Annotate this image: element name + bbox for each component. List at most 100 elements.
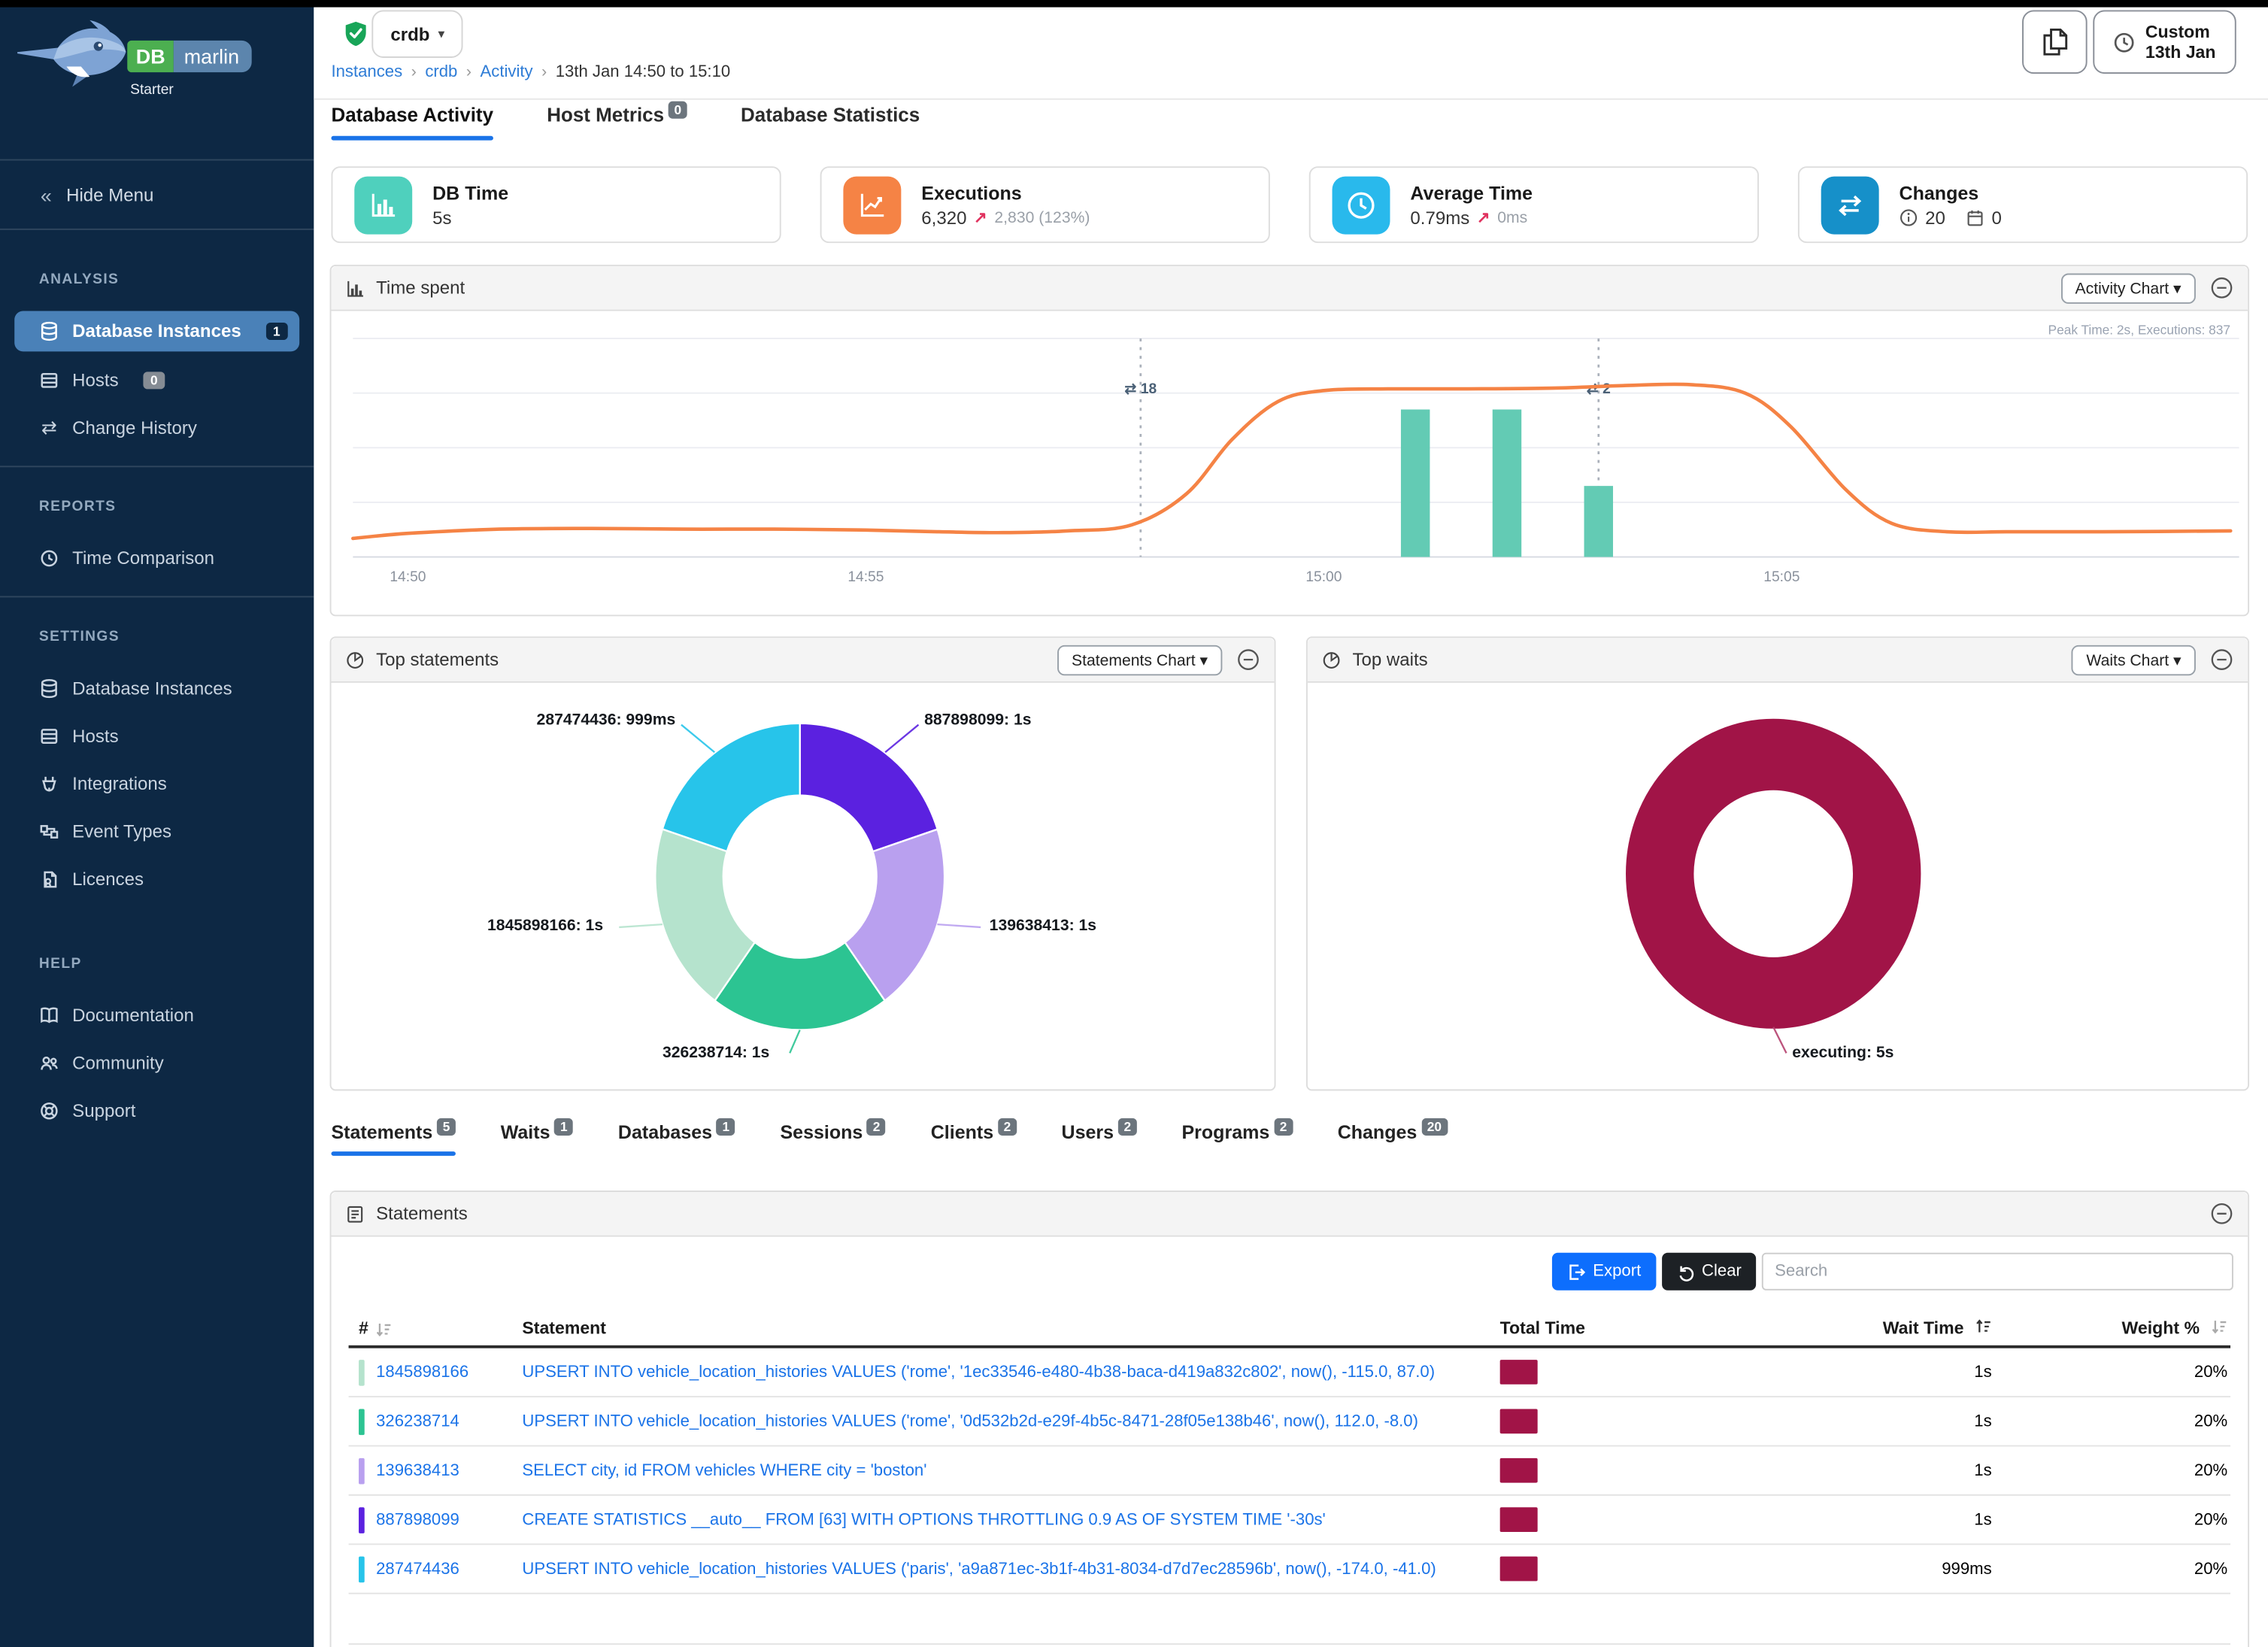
activity-chart-select[interactable]: Activity Chart ▾ xyxy=(2060,273,2196,303)
waits-chart-select[interactable]: Waits Chart ▾ xyxy=(2072,645,2196,675)
calendar-icon xyxy=(1966,208,1984,227)
statement-id-link[interactable]: 287474436 xyxy=(376,1560,459,1577)
tab-database-statistics[interactable]: Database Statistics xyxy=(741,104,920,140)
clear-button[interactable]: Clear xyxy=(1661,1253,1756,1291)
time-range-button[interactable]: Custom 13th Jan xyxy=(2093,10,2236,74)
sidebar-item-integrations[interactable]: Integrations xyxy=(0,764,314,803)
instance-selector[interactable]: crdb ▾ xyxy=(371,10,462,57)
brand-db: DB xyxy=(127,41,174,72)
sidebar-item-label: Database Instances xyxy=(72,321,241,341)
statement-id-link[interactable]: 326238714 xyxy=(376,1412,459,1430)
sidebar-item-documentation[interactable]: Documentation xyxy=(0,995,314,1034)
statement-color-bar xyxy=(359,1506,365,1533)
sidebar-item-label: Change History xyxy=(72,417,197,438)
statement-id-link[interactable]: 887898099 xyxy=(376,1511,459,1528)
sidebar-item-support[interactable]: Support xyxy=(0,1090,314,1130)
kpi-title: Executions xyxy=(921,181,1090,203)
event-types-icon xyxy=(39,821,59,842)
table-row: 326238714 UPSERT INTO vehicle_location_h… xyxy=(349,1397,2230,1446)
breadcrumb-current-range: 13th Jan 14:50 to 15:10 xyxy=(556,64,730,81)
tab-databases[interactable]: Databases1 xyxy=(618,1121,735,1156)
chart-icon xyxy=(346,278,365,297)
instance-name: crdb xyxy=(390,24,429,44)
collapse-panel-icon[interactable] xyxy=(2210,276,2233,299)
divider xyxy=(0,466,314,467)
count-badge: 0 xyxy=(143,371,165,388)
line-chart-icon xyxy=(843,176,901,234)
collapse-panel-icon[interactable] xyxy=(2210,1202,2233,1225)
statement-color-bar xyxy=(359,1409,365,1435)
tab-sessions[interactable]: Sessions2 xyxy=(780,1121,886,1156)
sidebar-item-change-history[interactable]: ⇄ Change History xyxy=(0,408,314,447)
column-header-total-time[interactable]: Total Time xyxy=(1500,1318,1710,1338)
breadcrumb-separator: › xyxy=(541,64,547,81)
statement-link[interactable]: UPSERT INTO vehicle_location_histories V… xyxy=(522,1412,1418,1430)
hide-menu-button[interactable]: « Hide Menu xyxy=(0,175,314,214)
sidebar-item-database-instances[interactable]: Database Instances 1 xyxy=(14,311,299,352)
column-header-num[interactable]: # xyxy=(349,1318,523,1338)
sidebar-item-time-comparison[interactable]: Time Comparison xyxy=(0,538,314,578)
collapse-panel-icon[interactable] xyxy=(1237,648,1260,672)
detail-tabs: Statements5 Waits1 Databases1 Sessions2 … xyxy=(331,1121,1447,1156)
app-viewport: DBmarlin Starter « Hide Menu ANALYSIS Da… xyxy=(0,0,2268,1647)
statement-link[interactable]: CREATE STATISTICS __auto__ FROM [63] WIT… xyxy=(522,1511,1325,1528)
pie-chart-icon xyxy=(1322,651,1341,669)
tab-users[interactable]: Users2 xyxy=(1062,1121,1137,1156)
statements-chart-select[interactable]: Statements Chart ▾ xyxy=(1057,645,1223,675)
life-ring-icon xyxy=(39,1100,59,1121)
statement-link[interactable]: UPSERT INTO vehicle_location_histories V… xyxy=(522,1363,1435,1381)
dbmarlin-screen: DBmarlin Starter « Hide Menu ANALYSIS Da… xyxy=(0,0,2268,1647)
statement-link[interactable]: UPSERT INTO vehicle_location_histories V… xyxy=(522,1560,1436,1577)
column-header-statement[interactable]: Statement xyxy=(522,1318,1499,1338)
tab-waits[interactable]: Waits1 xyxy=(501,1121,574,1156)
sidebar-item-label: Event Types xyxy=(72,821,171,842)
breadcrumb-instances[interactable]: Instances xyxy=(331,64,402,81)
tab-clients[interactable]: Clients2 xyxy=(931,1121,1017,1156)
divider xyxy=(0,229,314,230)
export-button[interactable]: Export xyxy=(1552,1253,1655,1291)
count-badge: 0 xyxy=(669,102,687,119)
count-badge: 5 xyxy=(437,1118,456,1136)
kpi-title: Changes xyxy=(1900,181,2002,203)
column-header-weight[interactable]: Weight % xyxy=(1992,1316,2230,1338)
tab-statements[interactable]: Statements5 xyxy=(331,1121,456,1156)
copy-link-button[interactable] xyxy=(2022,10,2088,74)
time-spent-chart[interactable]: Peak Time: 2s, Executions: 837 ⇄ 18⇄ 214… xyxy=(331,311,2248,615)
export-icon xyxy=(1567,1262,1586,1281)
top-statements-chart[interactable]: 887898099: 1s139638413: 1s326238714: 1s1… xyxy=(331,683,1274,1090)
svg-text:14:55: 14:55 xyxy=(847,569,884,585)
sidebar-item-event-types[interactable]: Event Types xyxy=(0,811,314,851)
sidebar-item-licences[interactable]: Licences xyxy=(0,860,314,899)
column-header-wait-time[interactable]: Wait Time xyxy=(1710,1316,1992,1338)
tab-host-metrics[interactable]: Host Metrics0 xyxy=(547,104,687,140)
weight-value: 20% xyxy=(1992,1363,2230,1381)
total-time-bar xyxy=(1500,1360,1538,1385)
statement-id-link[interactable]: 139638413 xyxy=(376,1462,459,1479)
collapse-panel-icon[interactable] xyxy=(2210,648,2233,672)
sidebar-item-settings-database-instances[interactable]: Database Instances xyxy=(0,669,314,708)
total-time-bar xyxy=(1500,1409,1538,1433)
health-shield-icon xyxy=(343,20,369,48)
breadcrumb-activity[interactable]: Activity xyxy=(481,64,533,81)
sidebar-item-settings-hosts[interactable]: Hosts xyxy=(0,716,314,755)
panel-title: Statements xyxy=(376,1203,468,1224)
kpi-title: DB Time xyxy=(432,181,508,203)
swap-arrows-icon xyxy=(1821,176,1879,234)
sidebar-item-hosts[interactable]: Hosts 0 xyxy=(0,360,314,399)
kpi-event-count: 0 xyxy=(1991,208,2001,228)
tab-database-activity[interactable]: Database Activity xyxy=(331,104,493,140)
sidebar: DBmarlin Starter « Hide Menu ANALYSIS Da… xyxy=(0,0,314,1647)
total-time-bar xyxy=(1500,1557,1538,1582)
sidebar-item-community[interactable]: Community xyxy=(0,1043,314,1082)
svg-text:15:05: 15:05 xyxy=(1763,569,1800,585)
top-waits-chart[interactable]: executing: 5s xyxy=(1308,683,2248,1090)
tab-programs[interactable]: Programs2 xyxy=(1181,1121,1293,1156)
breadcrumb-crdb[interactable]: crdb xyxy=(425,64,457,81)
statement-id-link[interactable]: 1845898166 xyxy=(376,1363,468,1381)
search-input[interactable] xyxy=(1762,1253,2233,1291)
table-footer-spacer xyxy=(349,1594,2230,1645)
sort-desc-icon xyxy=(374,1321,392,1338)
top-black-strip xyxy=(0,0,2268,8)
tab-changes[interactable]: Changes20 xyxy=(1338,1121,1448,1156)
statement-link[interactable]: SELECT city, id FROM vehicles WHERE city… xyxy=(522,1462,926,1479)
